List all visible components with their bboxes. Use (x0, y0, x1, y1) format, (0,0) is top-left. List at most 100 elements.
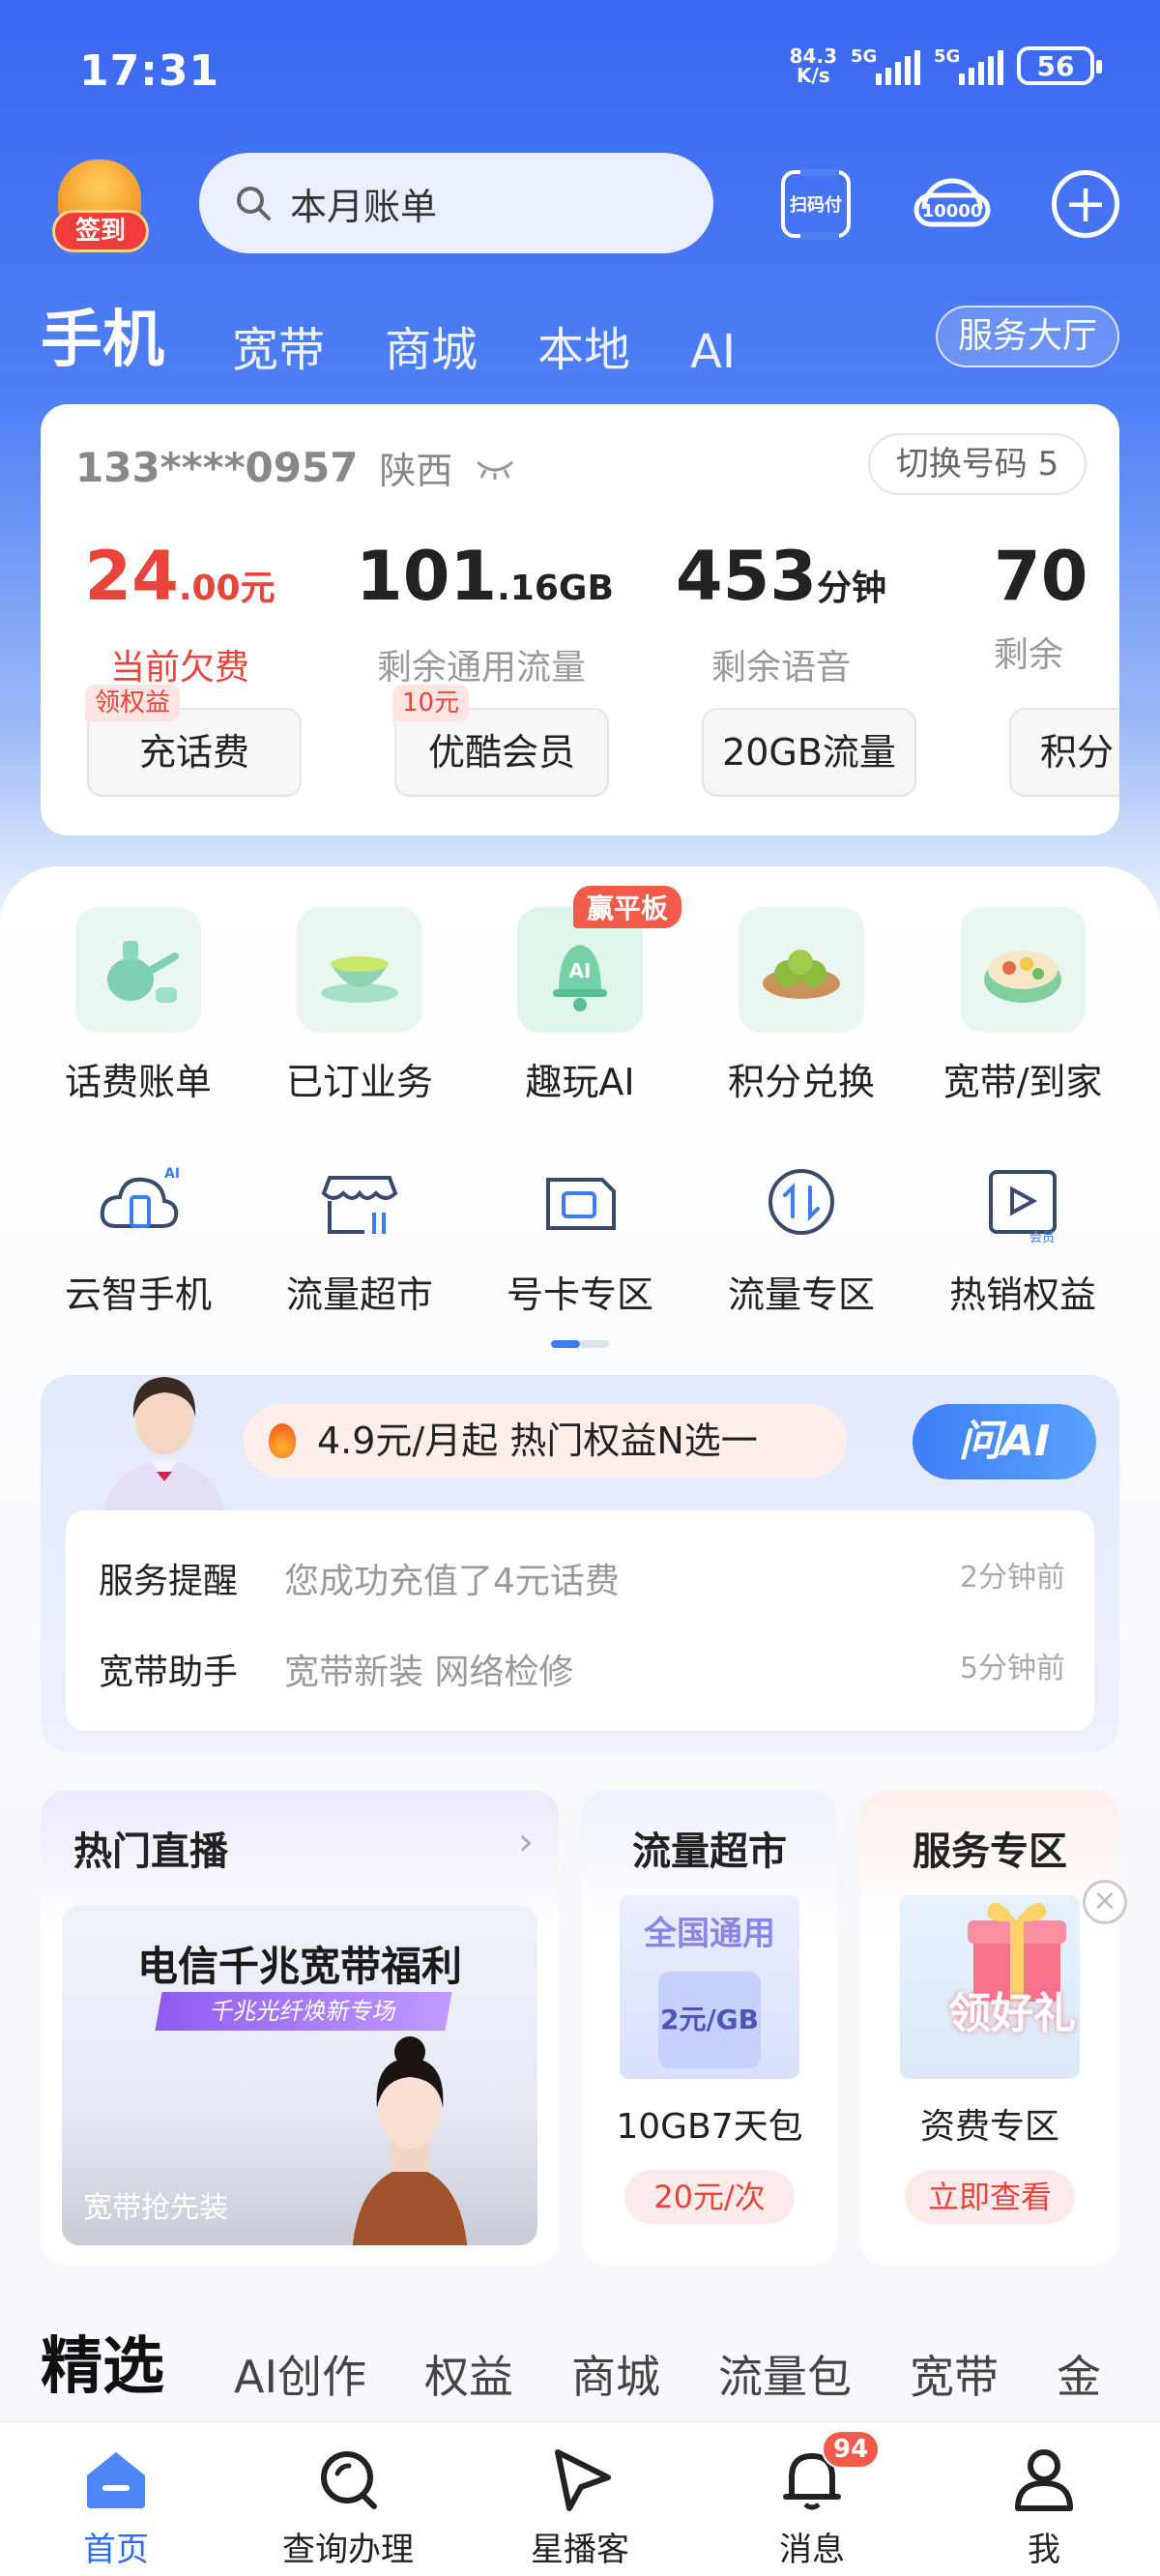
promo-banner[interactable]: 4.9元/月起 热门权益N选一 (244, 1404, 847, 1478)
grid-subscriptions[interactable]: 已订业务 (263, 907, 456, 1105)
grid-fun-ai[interactable]: AI 赢平板 趣玩AI (483, 886, 682, 1105)
store-icon (316, 1158, 403, 1245)
scan-pay-button[interactable]: 扫码付 (781, 168, 851, 240)
svg-text:AI: AI (164, 1166, 180, 1182)
close-icon[interactable]: × (1083, 1880, 1127, 1924)
traffic-buy-button[interactable]: 20元/次 (624, 2170, 795, 2224)
tab-mall[interactable]: 商城 (571, 2342, 660, 2406)
grid-sim-card-zone[interactable]: 号卡专区 (483, 1158, 677, 1318)
tab-mall[interactable]: 商城 (385, 311, 478, 379)
flame-icon (269, 1423, 296, 1458)
play-vip-icon: 会员 (979, 1158, 1066, 1245)
battery-icon: 56 (1017, 46, 1102, 85)
signin-button[interactable]: 签到 (48, 160, 151, 252)
grid-bill[interactable]: 话费账单 (42, 907, 235, 1105)
traffic-market-card[interactable]: 流量超市 全国通用 2元/GB 10GB7天包 20元/次 (582, 1791, 837, 2265)
reminder-list: 服务提醒 您成功充值了4元话费 2分钟前 宽带助手 宽带新装 网络检修 5分钟前 (66, 1510, 1094, 1731)
sim-card-icon: 2元/GB (658, 1972, 761, 2068)
reminder-row[interactable]: 宽带助手 宽带新装 网络检修 5分钟前 (99, 1644, 1065, 1694)
dumplings-icon (739, 907, 864, 1033)
eye-closed-icon[interactable] (474, 456, 516, 480)
hotline-10000-button[interactable]: 10000 (913, 170, 992, 238)
top-tabs: 手机 宽带 商城 本地 AI (41, 290, 796, 379)
signin-label: 签到 (52, 210, 149, 252)
teapot-icon (75, 907, 201, 1033)
search-icon (237, 187, 271, 220)
switch-number-button[interactable]: 切换号码 5 (868, 433, 1087, 495)
nav-query[interactable]: 查询办理 (251, 2442, 445, 2570)
nav-home[interactable]: 首页 (19, 2442, 213, 2570)
bento-icon (960, 907, 1086, 1033)
search-query-icon (251, 2442, 445, 2515)
points-button[interactable]: 积分 (1009, 708, 1119, 797)
data-20gb-button[interactable]: 20GB流量 (702, 708, 916, 797)
grid-traffic-market[interactable]: 流量超市 (263, 1158, 456, 1318)
tab-ai-create[interactable]: AI创作 (234, 2342, 366, 2406)
tab-local[interactable]: 本地 (537, 311, 630, 379)
service-zone-card[interactable]: 服务专区 领好礼 资费专区 立即查看 (860, 1791, 1119, 2265)
live-thumbnail[interactable]: 电信千兆宽带福利 千兆光纤焕新专场 宽带抢先装 (62, 1905, 537, 2245)
benefit-badge: 领权益 (85, 685, 181, 721)
host-portrait (352, 2036, 468, 2245)
sim-card-icon (536, 1158, 624, 1245)
nav-me[interactable]: 我 (947, 2442, 1141, 2570)
grid-data-zone[interactable]: 流量专区 (705, 1158, 898, 1318)
points-metric[interactable]: 70 剩余 (955, 538, 1119, 677)
grid-hot-benefits[interactable]: 会员 热销权益 (926, 1158, 1119, 1318)
tea-cup-icon (297, 907, 422, 1033)
search-input[interactable]: 本月账单 (199, 153, 713, 253)
message-count-badge: 94 (822, 2430, 881, 2469)
data-metric[interactable]: 101.16GB 剩余通用流量 (356, 538, 614, 689)
clock: 17:31 (79, 46, 220, 96)
tab-ai[interactable]: AI (690, 325, 736, 379)
add-icon[interactable]: + (1052, 170, 1119, 238)
ai-assistant-card: 4.9元/月起 热门权益N选一 问AI 服务提醒 您成功充值了4元话费 2分钟前… (41, 1375, 1119, 1752)
phone-number: 133****0957 陕西 (75, 441, 516, 494)
nav-messages[interactable]: 94 消息 (715, 2430, 909, 2570)
profile-icon (947, 2442, 1141, 2515)
traffic-package-image: 全国通用 2元/GB (620, 1895, 799, 2079)
tab-featured[interactable]: 精选 (41, 2317, 164, 2406)
signal-icon: 5G (934, 46, 1003, 85)
tab-gold[interactable]: 金 (1057, 2342, 1101, 2406)
balance-metric[interactable]: 24.00元 当前欠费 (54, 538, 305, 689)
live-title: 热门直播 (73, 1830, 228, 1874)
gift-image: 领好礼 (900, 1895, 1080, 2079)
win-tablet-badge: 赢平板 (572, 886, 682, 928)
youku-vip-button[interactable]: 10元 优酷会员 (392, 685, 609, 797)
assistant-avatar (83, 1360, 246, 1514)
grid-broadband-home[interactable]: 宽带/到家 (926, 907, 1119, 1105)
bottom-navigation: 首页 查询办理 星播客 94 消息 我 (0, 2421, 1160, 2576)
network-speed: 84.3 K/s (789, 44, 837, 87)
svg-text:10000: 10000 (922, 201, 983, 221)
tab-data-pack[interactable]: 流量包 (718, 2342, 852, 2406)
reminder-row[interactable]: 服务提醒 您成功充值了4元话费 2分钟前 (99, 1553, 1065, 1603)
ask-ai-button[interactable]: 问AI (913, 1404, 1096, 1479)
view-now-button[interactable]: 立即查看 (905, 2170, 1075, 2224)
cloud-phone-icon: AI (95, 1158, 182, 1245)
tab-broadband[interactable]: 宽带 (910, 2342, 999, 2406)
home-icon (19, 2442, 213, 2515)
svg-text:会员: 会员 (1030, 1231, 1055, 1245)
service-hall-button[interactable]: 服务大厅 (936, 306, 1119, 367)
tab-phone[interactable]: 手机 (41, 290, 164, 379)
data-transfer-icon (758, 1158, 845, 1245)
tab-benefits[interactable]: 权益 (424, 2342, 513, 2406)
grid-points-exchange[interactable]: 积分兑换 (705, 907, 898, 1105)
grid-cloud-phone[interactable]: AI 云智手机 (42, 1158, 235, 1318)
voice-metric[interactable]: 453分钟 剩余语音 (655, 538, 907, 689)
search-placeholder: 本月账单 (290, 185, 438, 228)
live-stream-card[interactable]: 热门直播 › 电信千兆宽带福利 千兆光纤焕新专场 宽带抢先装 (41, 1791, 559, 2265)
grid-pager (551, 1340, 609, 1348)
svg-text:AI: AI (569, 959, 592, 982)
signal-icon: 5G (851, 46, 920, 85)
ai-bell-icon: AI 赢平板 (517, 886, 682, 1033)
live-caption: 宽带抢先装 (83, 2191, 228, 2225)
tab-broadband[interactable]: 宽带 (232, 311, 325, 379)
nav-star-podcast[interactable]: 星播客 (483, 2442, 677, 2570)
status-icons: 84.3 K/s 5G 5G 56 (789, 44, 1102, 87)
recharge-button[interactable]: 领权益 充话费 (85, 685, 302, 797)
account-card: 133****0957 陕西 切换号码 5 24.00元 当前欠费 101.16… (41, 404, 1119, 835)
bell-icon: 94 (715, 2430, 909, 2515)
chevron-right-icon: › (518, 1820, 534, 1864)
